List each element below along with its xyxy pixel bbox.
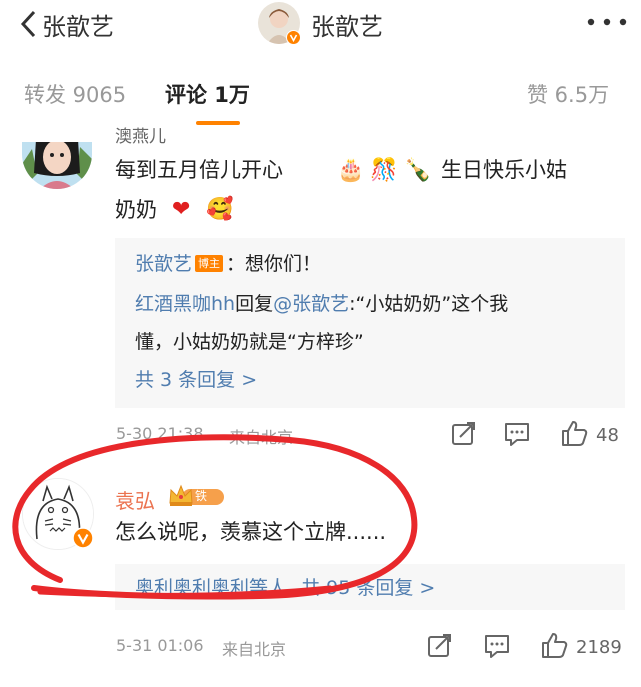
comment-text-line1-end: 生日快乐小姑 (441, 158, 567, 182)
birthday-cake-icon: 🎂 (337, 158, 365, 183)
comment-icon[interactable] (504, 421, 530, 447)
verified-icon (72, 527, 94, 549)
back-label[interactable]: 张歆艺 (42, 7, 114, 42)
reply-summary: 奥利奥利奥利等人 共 95 条回复 > (135, 568, 435, 608)
reply-preview-box[interactable]: 奥利奥利奥利等人 共 95 条回复 > (115, 564, 625, 610)
reply-text: :“小姑奶奶”这个我 (349, 293, 509, 315)
verified-icon (286, 30, 301, 45)
reply-text: ：想你们！ (226, 253, 322, 275)
comment-text-line1: 每到五月倍儿开心 (115, 158, 283, 182)
reply-item: 张歆艺 博主 ：想你们！ (135, 244, 321, 284)
repost-icon[interactable] (451, 421, 477, 447)
reply-item: 红酒黑咖hh回复@张歆艺:“小姑奶奶”这个我 (135, 284, 508, 324)
comment-text-line2: 奶奶 (115, 198, 157, 222)
back-arrow-icon[interactable] (16, 7, 42, 41)
comment-text: 怎么说呢，羡慕这个立牌...... (115, 520, 387, 544)
comment-time: 5-31 01:06 (116, 636, 204, 655)
champagne-icon: 🍾 (404, 158, 432, 183)
like-icon[interactable] (560, 419, 588, 447)
comment-source: 来自北京 (229, 428, 294, 447)
comment-source: 来自北京 (222, 640, 287, 659)
active-tab-indicator (196, 121, 240, 125)
tab-reposts[interactable]: 转发 9065 (24, 79, 126, 109)
comment-icon[interactable] (484, 633, 510, 659)
mention-link[interactable]: @张歆艺 (273, 293, 349, 315)
like-count: 48 (596, 425, 619, 446)
page-title: 张歆艺 (311, 13, 383, 41)
username[interactable]: 袁弘 (115, 485, 155, 514)
reply-verb: 回复 (235, 293, 274, 315)
more-replies-link[interactable]: 共 3 条回复 > (135, 360, 257, 400)
tab-likes[interactable]: 赞 6.5万 (527, 79, 609, 109)
party-popper-icon: 🎊 (370, 158, 398, 183)
heart-icon: ❤ (172, 197, 191, 222)
like-icon[interactable] (540, 631, 568, 659)
tab-bar: 转发 9065 评论 1万 赞 6.5万 (0, 58, 641, 129)
reply-author[interactable]: 张歆艺 (135, 253, 192, 275)
scroll-mask (0, 128, 641, 142)
more-replies-link[interactable]: 共 95 条回复 > (301, 577, 435, 599)
reply-preview-box[interactable]: 张歆艺 博主 ：想你们！ 红酒黑咖hh回复@张歆艺:“小姑奶奶”这个我 懂，小姑奶奶… (115, 238, 625, 408)
repost-icon[interactable] (427, 633, 453, 659)
more-options-icon[interactable] (585, 16, 629, 28)
reply-authors[interactable]: 奥利奥利奥利等人 (135, 577, 287, 599)
author-badge: 博主 (195, 255, 224, 272)
like-count: 2189 (576, 637, 622, 658)
reply-author[interactable]: 红酒黑咖hh (135, 293, 235, 315)
hugging-face-icon: 🥰 (206, 197, 234, 222)
comment-time: 5-30 21:38 (116, 424, 204, 443)
reply-text-cont: 懂，小姑奶奶就是“方梓珍” (135, 331, 364, 353)
username[interactable]: 澳燕儿 (115, 122, 166, 147)
tab-comments[interactable]: 评论 1万 (165, 79, 250, 109)
top-nav-bar: 张歆艺 张歆艺 (0, 0, 641, 58)
